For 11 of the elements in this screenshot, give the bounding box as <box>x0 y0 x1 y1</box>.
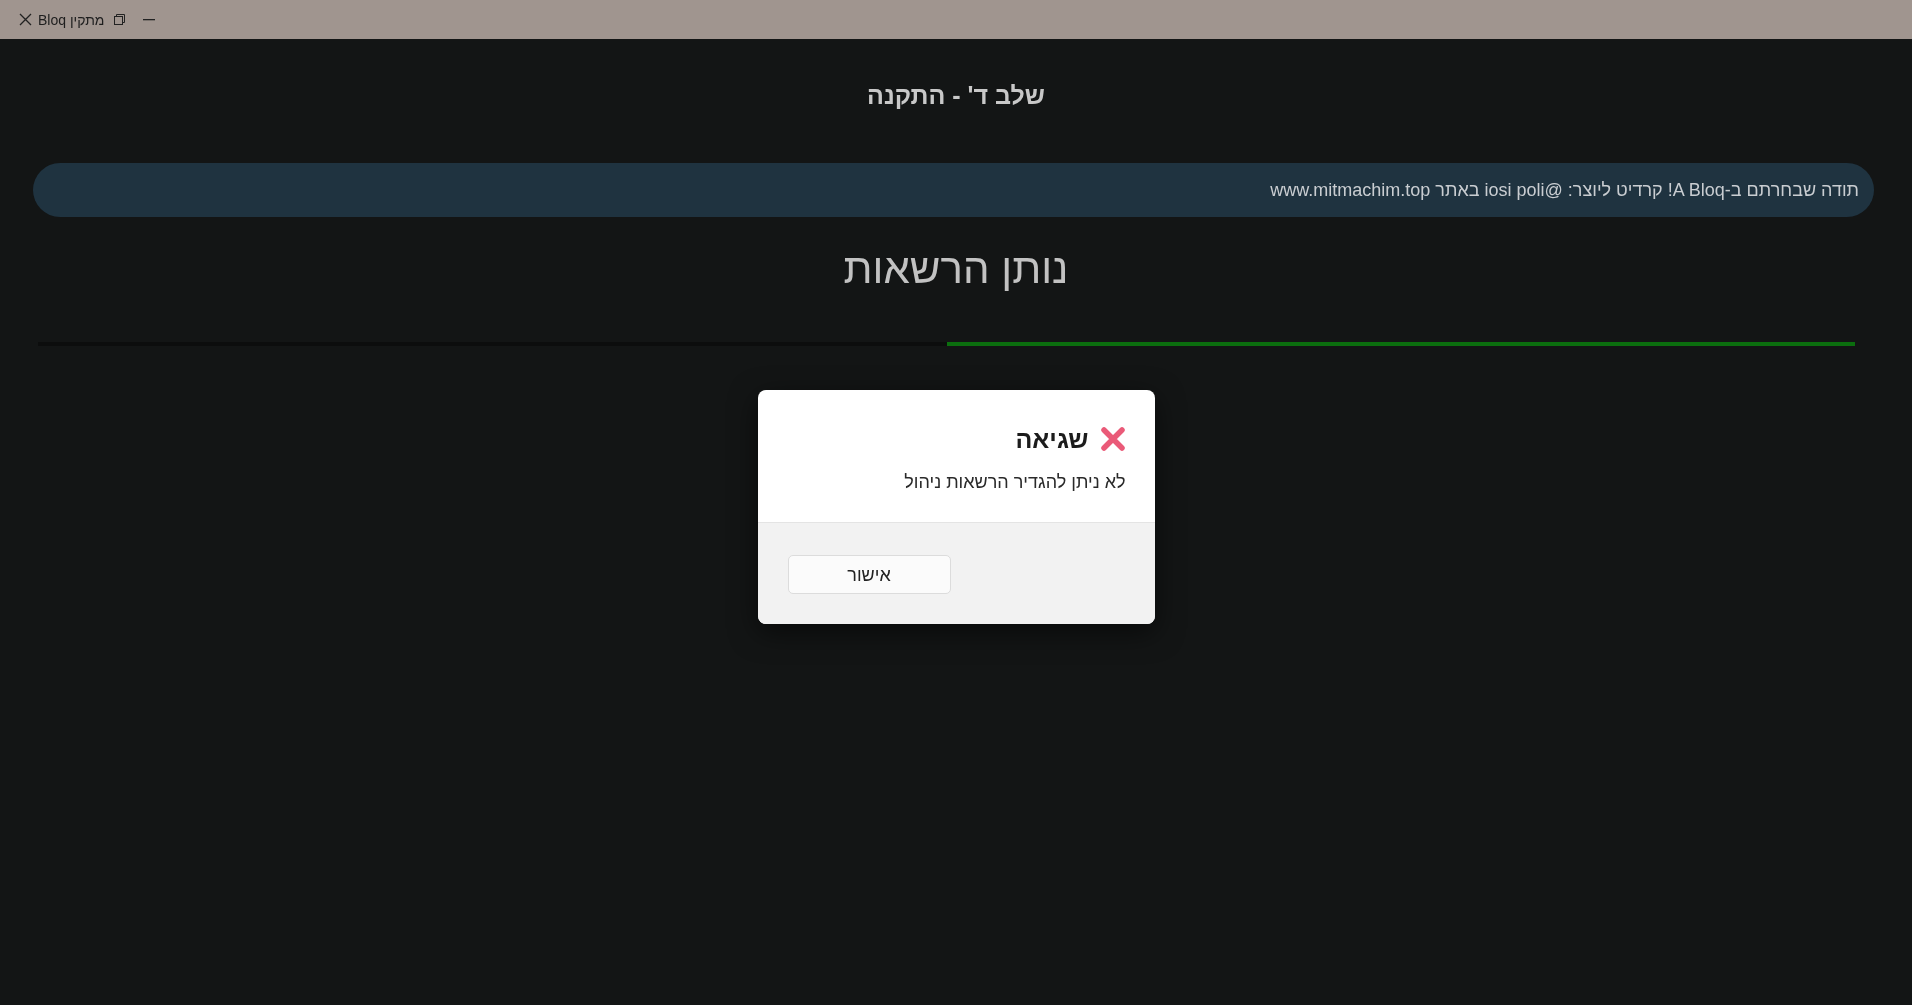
window-title: מתקין Bloq <box>38 10 105 29</box>
restore-icon[interactable] <box>114 14 126 25</box>
step-title: שלב ד' - התקנה <box>867 81 1045 109</box>
dialog-title: שגיאה <box>1015 424 1089 455</box>
minimize-icon[interactable] <box>143 18 156 21</box>
dialog-message: לא ניתן להגדיר הרשאות ניהול <box>904 471 1126 494</box>
credit-text: תודה שבחרתם ב-A Bloq! קרדיט ליוצר: @iosi poli באתר www.mitmachim.top <box>1270 179 1859 202</box>
close-icon[interactable] <box>19 13 32 26</box>
confirm-button[interactable]: אישור <box>787 555 951 594</box>
stage-title: נותן הרשאות <box>843 244 1069 294</box>
cross-mark-icon <box>1099 426 1126 452</box>
